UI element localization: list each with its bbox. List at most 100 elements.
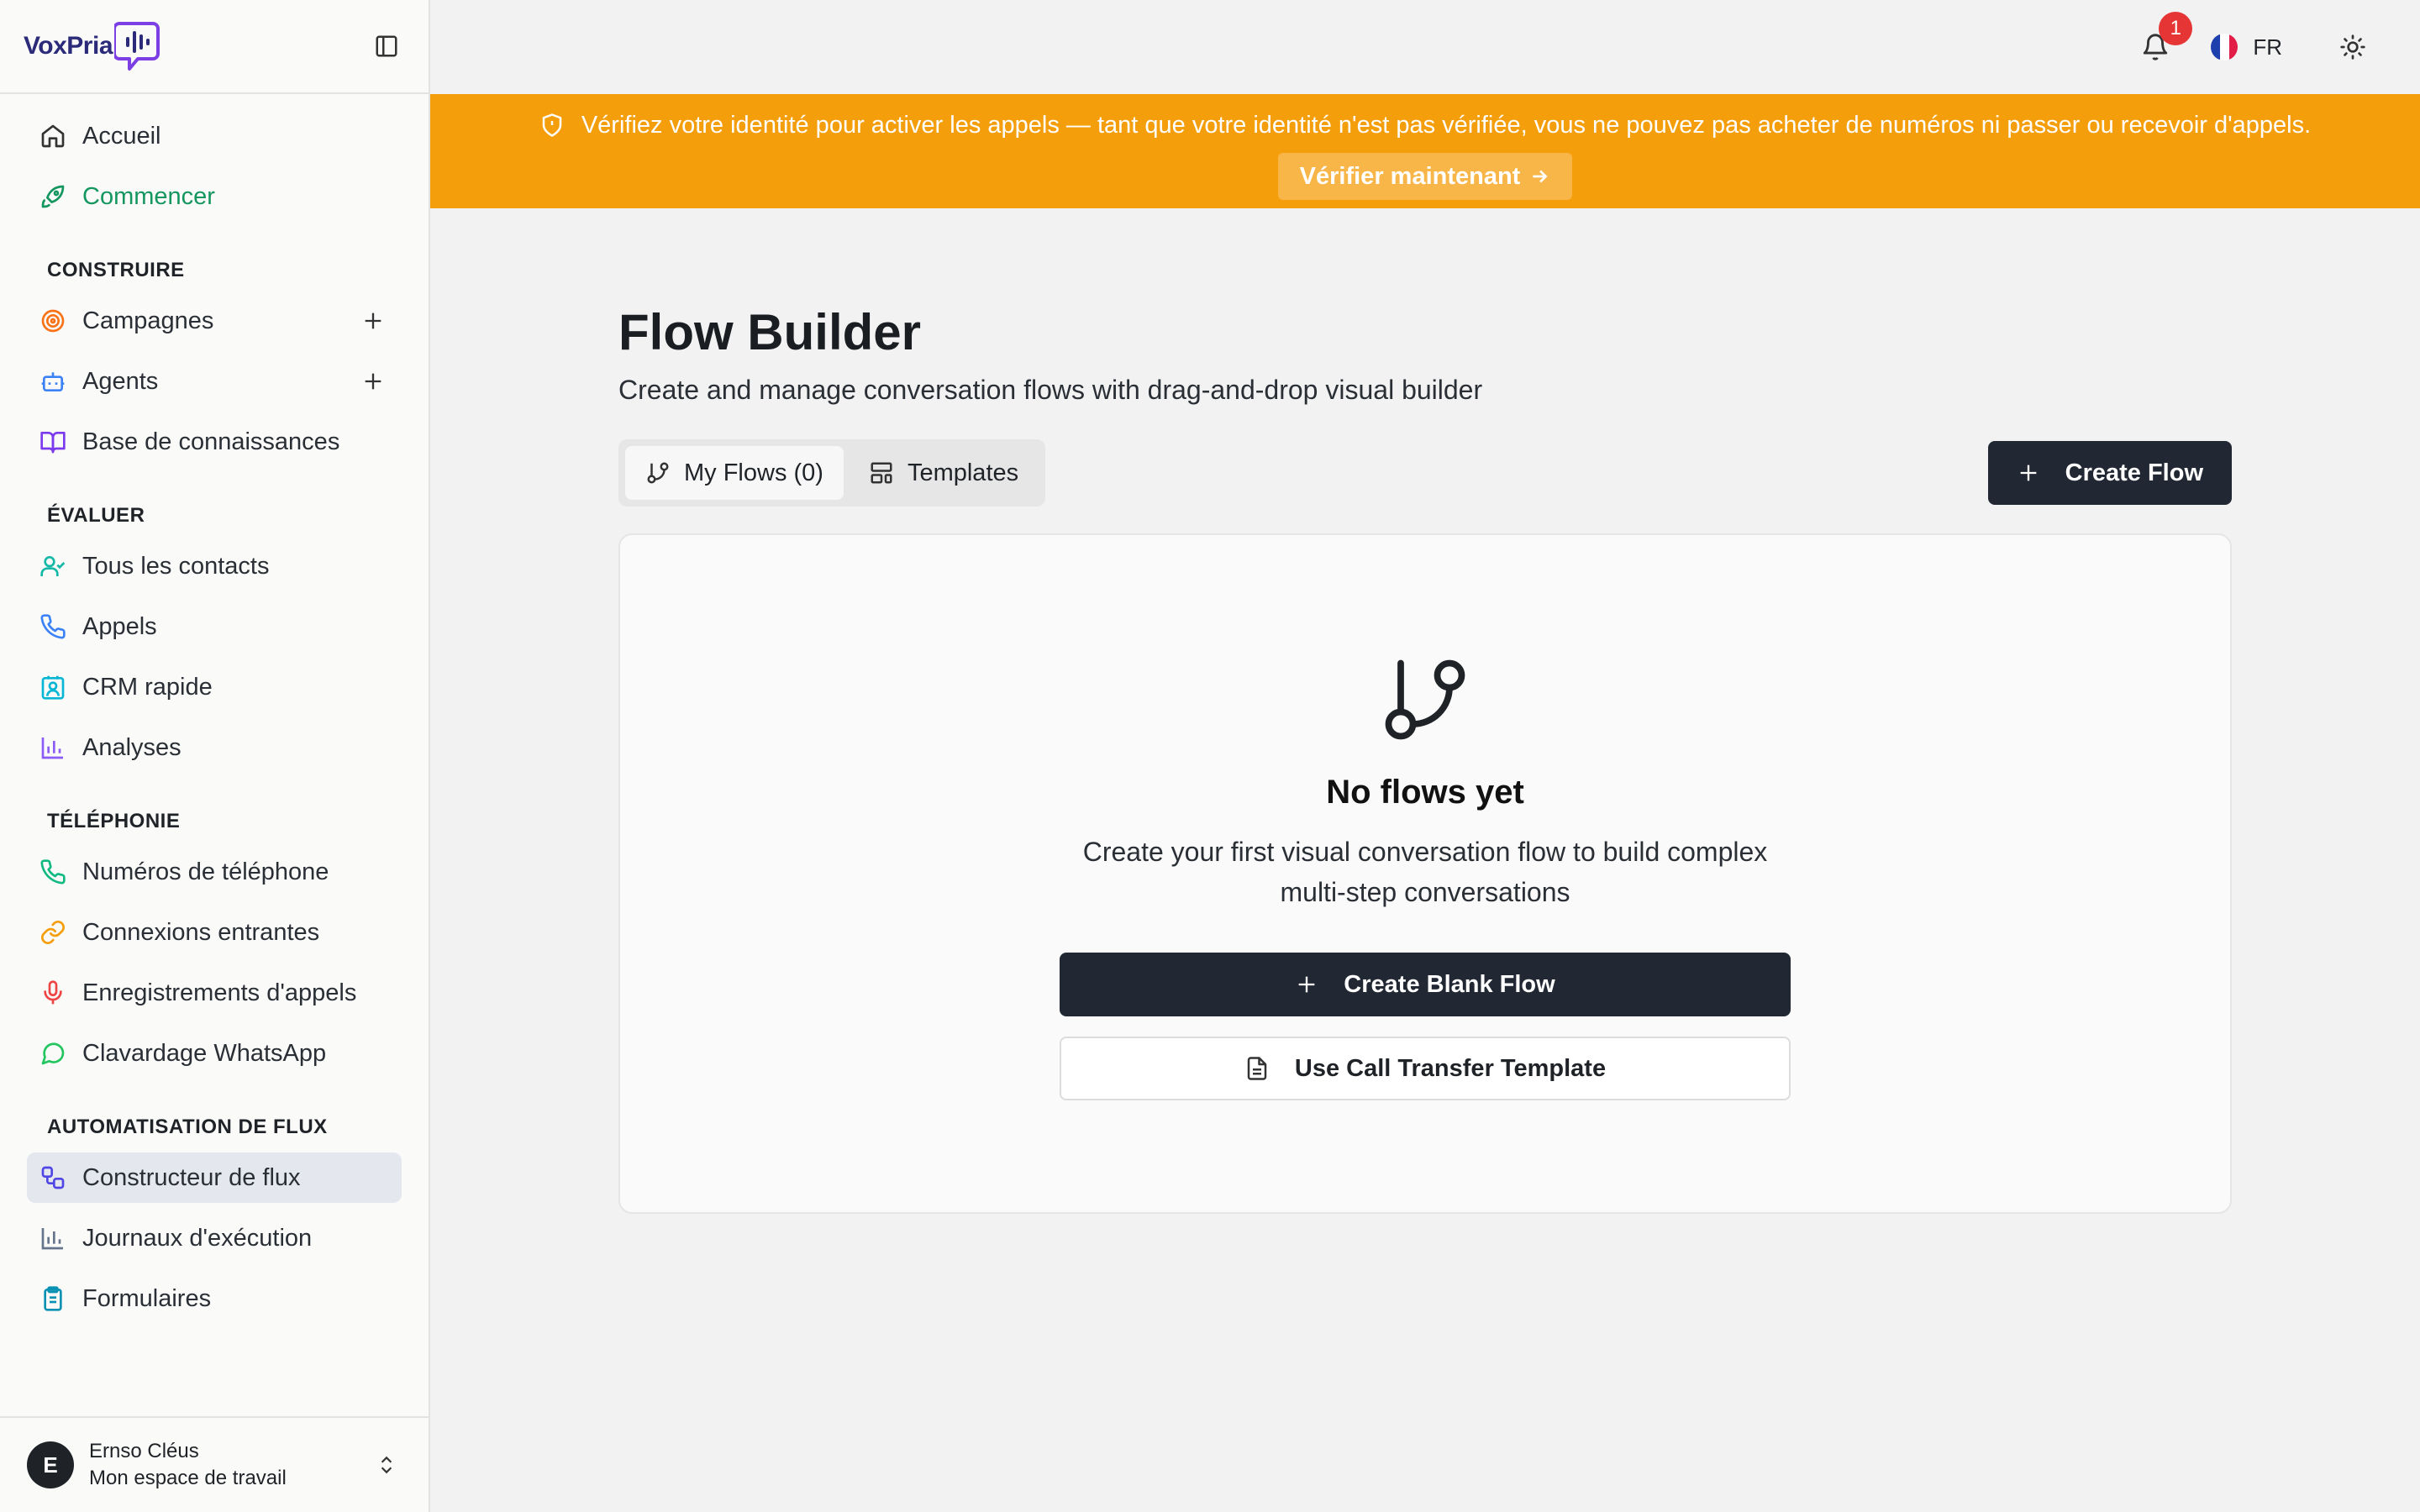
verify-now-button[interactable]: Vérifier maintenant	[1277, 153, 1573, 200]
sidebar-item-constructeur-de-flux[interactable]: Constructeur de flux	[27, 1152, 402, 1203]
sidebar-item-label: Constructeur de flux	[82, 1163, 301, 1191]
add-agent-button[interactable]	[358, 366, 388, 396]
sidebar-item-appels[interactable]: Appels	[27, 601, 402, 652]
create-flow-label: Create Flow	[2065, 459, 2203, 486]
avatar: E	[27, 1441, 74, 1488]
sidebar-toggle-button[interactable]	[371, 31, 402, 61]
plus-icon	[1298, 976, 1315, 993]
rocket-icon	[39, 182, 67, 211]
notification-badge: 1	[2159, 12, 2193, 45]
empty-state-title: No flows yet	[1326, 774, 1524, 811]
sidebar-item-tous-les-contacts[interactable]: Tous les contacts	[27, 541, 402, 591]
mic-icon	[39, 979, 67, 1007]
flows-tabs: My Flows (0) Templates	[618, 439, 1046, 507]
identity-verification-banner: Vérifiez votre identité pour activer les…	[430, 94, 2420, 208]
logo-text: VoxPria	[24, 32, 113, 60]
bar-chart-icon	[39, 1224, 67, 1252]
plus-icon	[2020, 465, 2036, 481]
theme-toggle-button[interactable]	[2336, 30, 2370, 64]
sidebar-item-label: Journaux d'exécution	[82, 1224, 313, 1252]
sidebar-item-clavardage-whatsapp[interactable]: Clavardage WhatsApp	[27, 1028, 402, 1079]
sidebar-item-commencer[interactable]: Commencer	[27, 171, 402, 222]
bot-icon	[39, 367, 67, 396]
section-title-construire: CONSTRUIRE	[47, 259, 185, 281]
sidebar-item-connexions-entrantes[interactable]: Connexions entrantes	[27, 907, 402, 958]
sidebar-item-label: Clavardage WhatsApp	[82, 1039, 327, 1067]
section-title-automatisation: AUTOMATISATION DE FLUX	[47, 1116, 328, 1138]
book-icon	[39, 428, 67, 456]
empty-state-card: No flows yet Create your first visual co…	[618, 533, 2232, 1214]
sun-icon	[2340, 34, 2365, 60]
tab-templates[interactable]: Templates	[849, 446, 1039, 500]
sidebar-item-formulaires[interactable]: Formulaires	[27, 1273, 402, 1324]
tab-my-flows[interactable]: My Flows (0)	[625, 446, 844, 500]
sidebar: VoxPria Accueil Commencer CONSTRUIRE Cam…	[0, 0, 430, 1512]
sidebar-item-label: Numéros de téléphone	[82, 858, 329, 885]
banner-message: Vérifiez votre identité pour activer les…	[581, 111, 2312, 139]
sidebar-item-enregistrements-dappels[interactable]: Enregistrements d'appels	[27, 968, 402, 1018]
logo[interactable]: VoxPria	[24, 20, 161, 72]
sidebar-item-label: Enregistrements d'appels	[82, 979, 357, 1006]
sidebar-item-analyses[interactable]: Analyses	[27, 722, 402, 773]
empty-state-description: Create your first visual conversation fl…	[1082, 837, 1768, 907]
sidebar-item-label: Base de connaissances	[82, 428, 340, 455]
sidebar-item-label: Formulaires	[82, 1284, 212, 1312]
user-info: Ernso Cléus Mon espace de travail	[89, 1438, 371, 1492]
sidebar-item-label: Tous les contacts	[82, 552, 270, 580]
file-text-icon	[1247, 1057, 1267, 1080]
home-icon	[39, 122, 67, 150]
link-icon	[39, 918, 67, 947]
language-selector[interactable]: FR	[2211, 34, 2282, 60]
clipboard-list-icon	[39, 1284, 67, 1313]
user-name: Ernso Cléus	[89, 1440, 199, 1462]
sidebar-item-numeros-de-telephone[interactable]: Numéros de téléphone	[27, 847, 402, 897]
section-title-evaluer: ÉVALUER	[47, 504, 145, 527]
sidebar-item-agents[interactable]: Agents	[27, 356, 402, 407]
sidebar-item-accueil[interactable]: Accueil	[27, 111, 402, 161]
phone-icon	[39, 612, 67, 641]
top-bar: 1 FR	[430, 0, 2420, 94]
phone-icon	[39, 858, 67, 886]
panel-left-icon	[376, 35, 397, 57]
create-blank-flow-button[interactable]: Create Blank Flow	[1060, 953, 1791, 1016]
page-subtitle: Create and manage conversation flows wit…	[618, 375, 1483, 405]
message-circle-icon	[39, 1039, 67, 1068]
target-icon	[39, 307, 67, 335]
flows-toolbar: My Flows (0) Templates Create Flow	[618, 439, 2232, 507]
user-menu[interactable]: E Ernso Cléus Mon espace de travail	[0, 1416, 429, 1512]
sidebar-item-crm-rapide[interactable]: CRM rapide	[27, 662, 402, 712]
git-branch-icon	[647, 462, 669, 484]
use-call-transfer-template-button[interactable]: Use Call Transfer Template	[1060, 1037, 1791, 1100]
france-flag-icon	[2211, 34, 2238, 60]
create-blank-flow-label: Create Blank Flow	[1344, 970, 1555, 998]
workflow-icon	[39, 1163, 67, 1192]
sidebar-item-campagnes[interactable]: Campagnes	[27, 296, 402, 346]
sidebar-item-label: Commencer	[82, 182, 215, 210]
logo-mark-icon	[114, 22, 160, 71]
brand-header: VoxPria	[0, 0, 429, 94]
sidebar-item-journaux-dexecution[interactable]: Journaux d'exécution	[27, 1213, 402, 1263]
sidebar-item-label: Analyses	[82, 733, 182, 761]
language-label: FR	[2253, 34, 2282, 60]
plus-icon	[365, 373, 381, 390]
tab-label: My Flows (0)	[684, 459, 823, 486]
arrow-right-icon	[1533, 170, 1548, 183]
main-content: Flow Builder Create and manage conversat…	[618, 208, 2232, 1214]
sidebar-item-label: Agents	[82, 367, 159, 395]
shield-alert-icon	[542, 113, 562, 137]
chevrons-up-down-icon	[371, 1450, 402, 1480]
use-template-label: Use Call Transfer Template	[1294, 1054, 1607, 1082]
sidebar-item-label: CRM rapide	[82, 673, 213, 701]
plus-icon	[365, 312, 381, 329]
sidebar-item-label: Connexions entrantes	[82, 918, 320, 946]
verify-now-label: Vérifier maintenant	[1299, 162, 1521, 190]
sidebar-item-label: Campagnes	[82, 307, 214, 334]
sidebar-item-label: Accueil	[82, 122, 161, 150]
create-flow-button[interactable]: Create Flow	[1987, 441, 2232, 505]
tab-label: Templates	[907, 459, 1019, 486]
sidebar-nav: Accueil Commencer CONSTRUIRE Campagnes A…	[0, 94, 429, 1416]
contact-card-icon	[39, 673, 67, 701]
notifications-button[interactable]: 1	[2137, 12, 2193, 66]
add-campaign-button[interactable]	[358, 306, 388, 336]
sidebar-item-base-de-connaissances[interactable]: Base de connaissances	[27, 417, 402, 467]
